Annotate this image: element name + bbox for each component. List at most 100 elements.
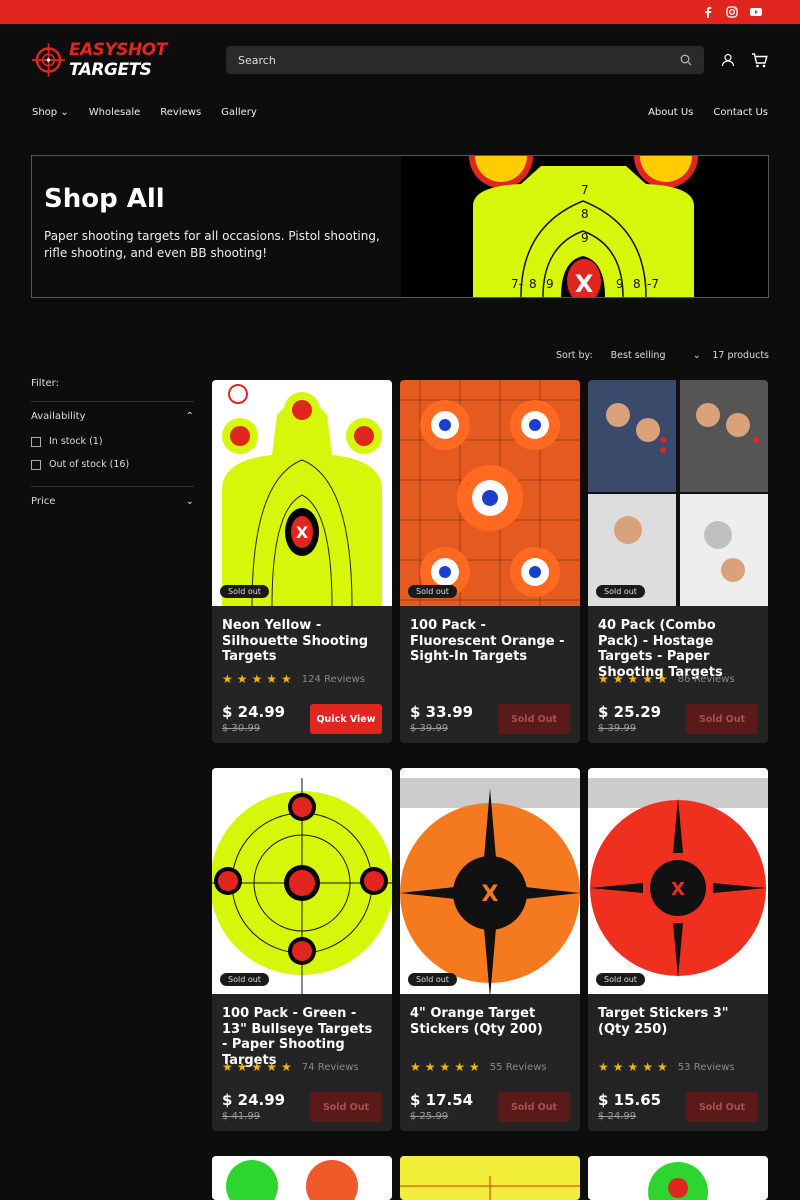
sold-out-button[interactable]: Sold Out bbox=[686, 1092, 758, 1122]
product-title[interactable]: Neon Yellow - Silhouette Shooting Target… bbox=[212, 606, 392, 664]
sold-out-button[interactable]: Sold Out bbox=[310, 1092, 382, 1122]
checkbox-box[interactable] bbox=[31, 459, 41, 470]
collection-description: Paper shooting targets for all occasions… bbox=[44, 229, 380, 260]
review-count: 53 Reviews bbox=[677, 1061, 735, 1073]
chevron-down-icon: ⌄ bbox=[692, 350, 701, 361]
nav-reviews[interactable]: Reviews bbox=[160, 107, 201, 118]
filter-title: Filter: bbox=[31, 378, 59, 389]
compare-price: $ 39.99 bbox=[410, 723, 449, 734]
rating: ★★★★★ 53 Reviews bbox=[598, 1060, 735, 1074]
svg-text:X: X bbox=[296, 523, 309, 542]
sort-label: Sort by: bbox=[556, 350, 593, 361]
crosshair-logo-icon bbox=[32, 43, 65, 77]
product-card[interactable]: X Sold out Target Stickers 3" (Qty 250) … bbox=[588, 768, 768, 1131]
svg-text:X: X bbox=[671, 879, 685, 900]
availability-label: Availability bbox=[31, 411, 86, 422]
sold-out-button[interactable]: Sold Out bbox=[686, 704, 758, 734]
checkbox-box[interactable] bbox=[31, 436, 41, 447]
sold-out-badge: Sold out bbox=[220, 973, 269, 986]
nav-shop-label: Shop bbox=[32, 106, 58, 118]
product-image[interactable] bbox=[212, 1156, 392, 1200]
product-image[interactable]: Sold out bbox=[400, 380, 580, 606]
account-icon[interactable] bbox=[721, 53, 735, 67]
product-image[interactable]: X Sold out bbox=[212, 380, 392, 607]
in-stock-checkbox[interactable]: In stock (1) bbox=[31, 431, 194, 454]
stars-icon: ★★★★★ bbox=[598, 1060, 672, 1074]
product-title[interactable]: 100 Pack - Fluorescent Orange - Sight-In… bbox=[400, 606, 580, 664]
search-icon[interactable] bbox=[680, 54, 692, 66]
product-card[interactable]: Sold out 100 Pack - Green - 13" Bullseye… bbox=[212, 768, 392, 1131]
price: $ 24.99 bbox=[222, 703, 286, 721]
stars-icon: ★★★★★ bbox=[410, 1060, 484, 1074]
product-card[interactable]: X Sold out 4" Orange Target Stickers (Qt… bbox=[400, 768, 580, 1131]
review-count: 74 Reviews bbox=[301, 1061, 359, 1073]
price-toggle[interactable]: Price ⌄ bbox=[31, 486, 194, 516]
product-title[interactable]: 100 Pack - Green - 13" Bullseye Targets … bbox=[212, 994, 392, 1068]
sold-out-button[interactable]: Sold Out bbox=[498, 704, 570, 734]
svg-text:7-: 7- bbox=[511, 277, 523, 291]
svg-text:X: X bbox=[575, 270, 594, 297]
page-title: Shop All bbox=[44, 184, 165, 214]
compare-price: $ 24.99 bbox=[598, 1111, 637, 1122]
facebook-icon[interactable] bbox=[702, 6, 714, 18]
compare-price: $ 41.99 bbox=[222, 1111, 261, 1122]
nav-shop[interactable]: Shop ⌄ bbox=[32, 107, 69, 118]
product-card[interactable] bbox=[212, 1156, 392, 1200]
out-of-stock-label: Out of stock (16) bbox=[49, 459, 130, 470]
nav-contact[interactable]: Contact Us bbox=[713, 107, 768, 118]
search-input[interactable]: Search bbox=[226, 46, 704, 74]
site-header: EASYSHOT TARGETS Search bbox=[0, 24, 800, 96]
review-count: 124 Reviews bbox=[301, 673, 365, 685]
cart-icon[interactable] bbox=[751, 52, 768, 68]
svg-text:X: X bbox=[482, 882, 499, 907]
sold-out-badge: Sold out bbox=[596, 973, 645, 986]
svg-text:9: 9 bbox=[616, 277, 624, 291]
product-image[interactable]: X Sold out bbox=[588, 768, 768, 994]
rating: ★★★★★ 86 Reviews bbox=[598, 672, 735, 686]
product-image[interactable] bbox=[588, 1156, 768, 1200]
announcement-bar bbox=[0, 0, 800, 24]
product-count: 17 products bbox=[712, 350, 769, 361]
product-card[interactable] bbox=[400, 1156, 580, 1200]
out-of-stock-checkbox[interactable]: Out of stock (16) bbox=[31, 454, 194, 486]
svg-text:7: 7 bbox=[581, 183, 589, 197]
product-card[interactable]: Sold out 100 Pack - Fluorescent Orange -… bbox=[400, 380, 580, 743]
nav-gallery[interactable]: Gallery bbox=[221, 107, 257, 118]
product-title[interactable]: 40 Pack (Combo Pack) - Hostage Targets -… bbox=[588, 606, 768, 680]
sold-out-badge: Sold out bbox=[408, 585, 457, 598]
review-count: 55 Reviews bbox=[489, 1061, 547, 1073]
product-card[interactable]: X Sold out Neon Yellow - Silhouette Shoo… bbox=[212, 380, 392, 743]
sold-out-button[interactable]: Sold Out bbox=[498, 1092, 570, 1122]
product-image[interactable]: Sold out bbox=[212, 768, 392, 994]
product-image[interactable]: X Sold out bbox=[400, 768, 580, 998]
stars-icon: ★★★★★ bbox=[598, 672, 672, 686]
nav-wholesale[interactable]: Wholesale bbox=[89, 107, 141, 118]
rating: ★★★★★ 124 Reviews bbox=[222, 672, 365, 686]
filter-sidebar: Filter: Availability ⌃ In stock (1) Out o… bbox=[31, 378, 194, 516]
chevron-up-icon: ⌃ bbox=[185, 411, 194, 422]
product-title[interactable]: 4" Orange Target Stickers (Qty 200) bbox=[400, 994, 580, 1052]
quick-view-button[interactable]: Quick View bbox=[310, 704, 382, 734]
logo[interactable]: EASYSHOT TARGETS bbox=[32, 40, 222, 80]
collection-banner: Shop All Paper shooting targets for all … bbox=[31, 155, 769, 298]
product-image[interactable] bbox=[400, 1156, 580, 1200]
rating: ★★★★★ 74 Reviews bbox=[222, 1060, 359, 1074]
product-image[interactable]: Sold out bbox=[588, 380, 768, 606]
in-stock-label: In stock (1) bbox=[49, 436, 103, 447]
nav-about[interactable]: About Us bbox=[648, 107, 693, 118]
instagram-icon[interactable] bbox=[726, 6, 738, 18]
product-title[interactable]: Target Stickers 3" (Qty 250) bbox=[588, 994, 768, 1052]
stars-icon: ★★★★★ bbox=[222, 672, 296, 686]
price: $ 33.99 bbox=[410, 703, 474, 721]
youtube-icon[interactable] bbox=[750, 6, 762, 18]
product-card[interactable]: Sold out 40 Pack (Combo Pack) - Hostage … bbox=[588, 380, 768, 743]
availability-toggle[interactable]: Availability ⌃ bbox=[31, 401, 194, 431]
sold-out-badge: Sold out bbox=[408, 973, 457, 986]
sort-value: Best selling bbox=[610, 350, 666, 361]
svg-text:9: 9 bbox=[581, 231, 589, 245]
compare-price: $ 30.99 bbox=[222, 723, 261, 734]
rating: ★★★★★ 55 Reviews bbox=[410, 1060, 547, 1074]
sort-select[interactable]: Best selling ⌄ bbox=[611, 350, 701, 361]
svg-text:9: 9 bbox=[546, 277, 554, 291]
product-card[interactable] bbox=[588, 1156, 768, 1200]
